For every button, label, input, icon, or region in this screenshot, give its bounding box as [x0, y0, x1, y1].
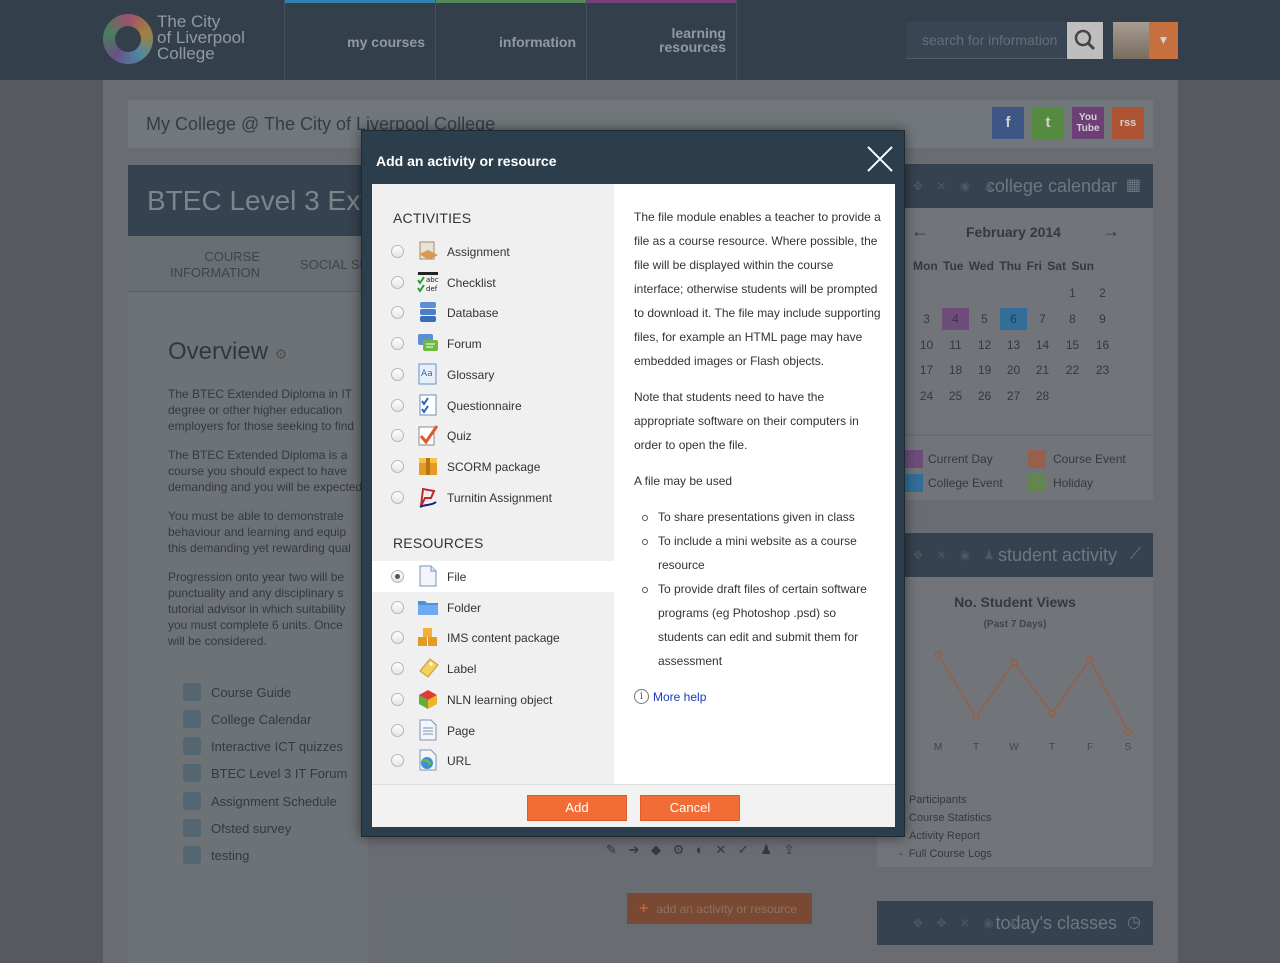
module-option-label: Page [447, 723, 476, 738]
module-option-label: Assignment [447, 245, 510, 259]
module-option-label: Turnitin Assignment [447, 490, 552, 505]
ims-package-icon [418, 628, 437, 647]
glossary-icon: Aa [418, 363, 437, 385]
module-option-label: Glossary [447, 367, 495, 382]
module-option-nln-learning-object[interactable]: NLN learning object [372, 684, 614, 715]
module-option-ims-content-package[interactable]: IMS content package [372, 622, 614, 653]
module-option-forum[interactable]: Forum [372, 328, 614, 359]
more-help-link[interactable]: i More help [634, 685, 882, 709]
info-icon: i [634, 689, 649, 704]
module-option-label: Label [447, 662, 477, 677]
scorm-icon [419, 457, 437, 475]
questionnaire-icon [419, 394, 437, 415]
module-radio[interactable] [391, 398, 404, 412]
module-option-file[interactable]: File [372, 561, 614, 592]
module-radio[interactable] [391, 600, 404, 614]
cancel-button[interactable]: Cancel [640, 795, 740, 821]
file-icon [419, 565, 437, 587]
module-radio[interactable] [391, 723, 404, 737]
checklist-icon: abcdef [417, 271, 439, 293]
module-option-scorm-package[interactable]: SCORM package [372, 451, 614, 482]
svg-text:Aa: Aa [421, 369, 433, 379]
dialog-title: Add an activity or resource [376, 153, 557, 169]
list-item: To provide draft files of certain softwa… [634, 577, 882, 673]
module-list: ACTIVITIES RESOURCES Assignment abc def Che… [372, 184, 614, 784]
module-radio[interactable] [391, 459, 404, 473]
svg-text:def: def [426, 285, 438, 293]
module-radio[interactable] [391, 337, 404, 351]
forum-icon [418, 334, 438, 352]
database-icon [420, 302, 436, 323]
module-option-assignment[interactable]: Assignment [372, 236, 614, 267]
list-item: To include a mini website as a course re… [634, 529, 882, 577]
module-option-label: Database [447, 306, 499, 321]
activities-heading: ACTIVITIES [393, 210, 472, 226]
module-option-questionnaire[interactable]: Questionnaire [372, 390, 614, 421]
module-option-label: Quiz [447, 429, 472, 444]
module-option-label: SCORM package [447, 459, 541, 474]
module-radio[interactable] [391, 429, 404, 443]
resources-heading: RESOURCES [393, 535, 484, 551]
assignment-icon [419, 241, 438, 260]
module-radio[interactable] [391, 275, 404, 289]
module-radio[interactable] [391, 306, 404, 320]
module-radio[interactable] [391, 570, 404, 583]
module-option-label: URL [447, 754, 472, 769]
close-icon[interactable] [867, 146, 893, 172]
module-option-label: File [447, 570, 467, 584]
add-button[interactable]: Add [527, 795, 627, 821]
page-icon [419, 719, 437, 740]
dialog-footer: Add Cancel [372, 784, 895, 827]
module-option-label: IMS content package [447, 631, 560, 646]
module-description: The file module enables a teacher to pro… [634, 205, 882, 709]
module-option-label: Forum [447, 337, 482, 352]
label-icon [419, 658, 439, 678]
module-radio[interactable] [391, 490, 404, 504]
description-uses-list: To share presentations given in class To… [634, 505, 882, 673]
dialog-content: ACTIVITIES RESOURCES Assignment abc def Che… [372, 184, 895, 827]
module-option-label[interactable]: Label [372, 653, 614, 684]
url-icon [419, 749, 437, 771]
module-option-checklist[interactable]: abc def Checklist [372, 267, 614, 298]
description-paragraph: The file module enables a teacher to pro… [634, 210, 881, 368]
svg-text:abc: abc [426, 276, 439, 284]
module-radio[interactable] [391, 754, 404, 768]
module-option-quiz[interactable]: Quiz [372, 420, 614, 451]
module-option-label: NLN learning object [447, 692, 553, 707]
quiz-icon [418, 425, 439, 446]
module-option-database[interactable]: Database [372, 297, 614, 328]
module-option-label: Questionnaire [447, 398, 522, 413]
module-radio[interactable] [391, 245, 404, 258]
list-item: To share presentations given in class [634, 505, 882, 529]
module-option-label: Folder [447, 600, 482, 615]
module-option-glossary[interactable]: Aa Glossary [372, 359, 614, 390]
module-option-label: Checklist [447, 275, 496, 290]
module-radio[interactable] [391, 692, 404, 706]
activity-chooser-dialog: Add an activity or resource ACTIVITIES R… [361, 130, 905, 837]
more-help-label: More help [653, 690, 707, 704]
module-radio[interactable] [391, 367, 404, 381]
module-option-page[interactable]: Page [372, 715, 614, 746]
module-option-turnitin-assignment[interactable]: Turnitin Assignment [372, 482, 614, 513]
description-paragraph: A file may be used [634, 474, 733, 488]
module-radio[interactable] [391, 662, 404, 676]
turnitin-icon [419, 487, 437, 508]
folder-icon [418, 600, 438, 615]
module-option-url[interactable]: URL [372, 745, 614, 776]
description-paragraph: Note that students need to have the appr… [634, 390, 859, 452]
module-option-folder[interactable]: Folder [372, 592, 614, 623]
nln-object-icon [419, 689, 437, 709]
module-radio[interactable] [391, 631, 404, 645]
